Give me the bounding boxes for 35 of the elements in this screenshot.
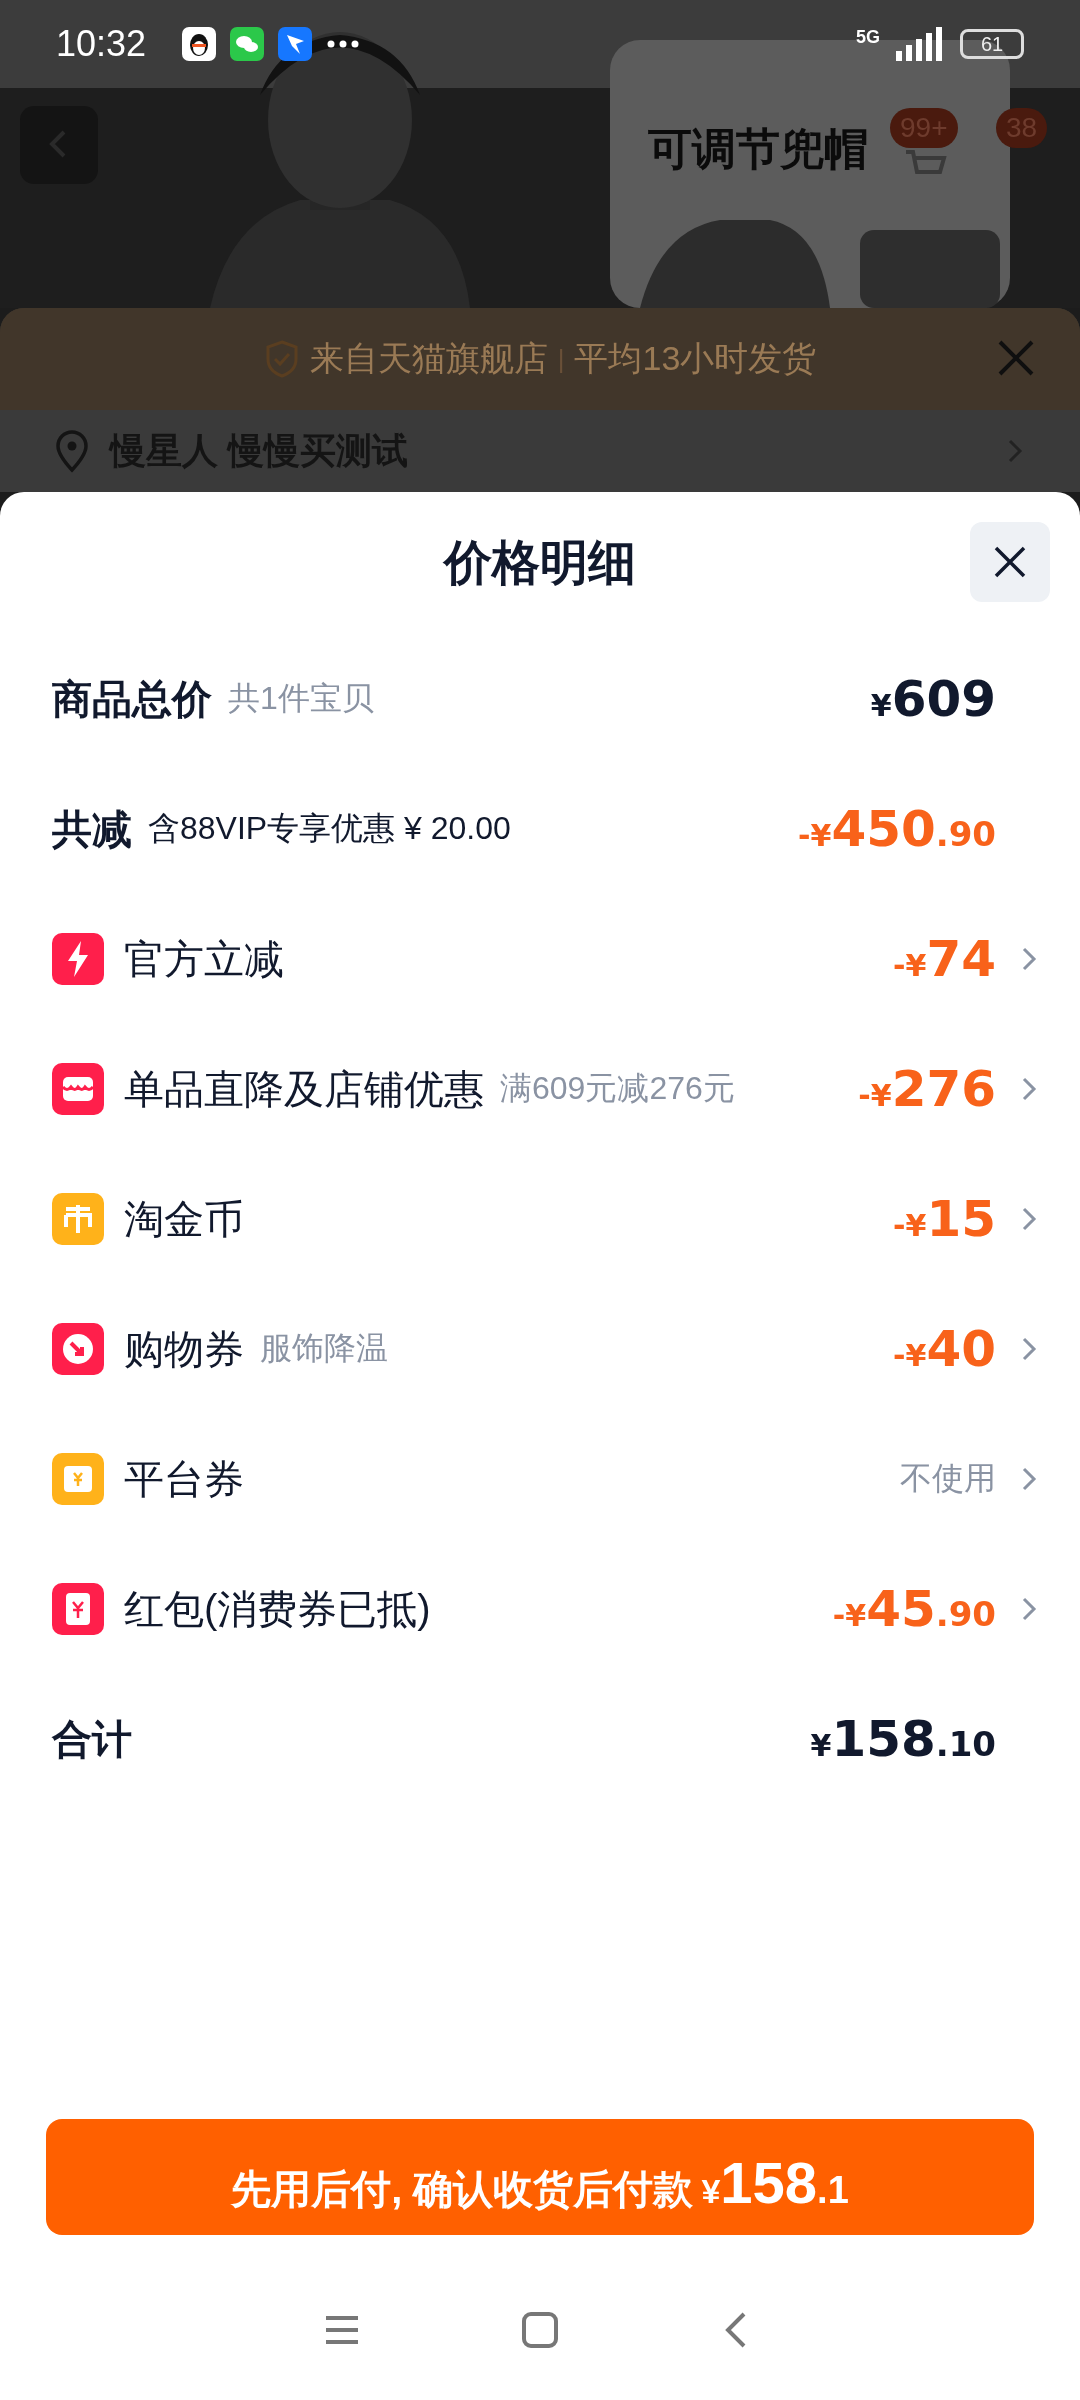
clock-text: 10:32 [56,23,147,65]
price-text: ¥609 [870,670,996,728]
more-icon [326,40,361,48]
row-label: 合计 [52,1715,132,1763]
row-label: 商品总价 [52,675,212,723]
row-label[interactable]: 单品直降及店铺优惠 [124,1061,484,1117]
row-label[interactable]: 官方立减 [124,931,284,987]
price-text: -¥15 [893,1190,996,1248]
shipping-text: 平均13小时发货 [574,338,817,379]
network-text: 5G [856,26,880,48]
row-label[interactable]: 红包(消费券已抵) [124,1581,431,1637]
price-text: -¥45.90 [832,1580,996,1638]
close-button[interactable] [970,522,1050,602]
price-text: -¥276 [858,1060,996,1118]
close-icon [992,544,1028,580]
price-text: -¥74 [893,930,996,988]
row-note: 共1件宝贝 [228,679,374,718]
row-label: 共减 [52,805,132,853]
product-title: 可调节兜帽 [648,123,868,175]
row-label[interactable]: 淘金币 [124,1191,244,1247]
sheet-title: 价格明细 [444,535,636,591]
chat-bubbles-icon [230,27,265,61]
row-note: 满609元减276元 [500,1069,735,1108]
divider-text: | [557,343,565,375]
price-text: -¥450.90 [798,800,996,858]
price-text: -¥40 [893,1320,996,1378]
status-text: 不使用 [900,1459,996,1498]
store-text: 来自天猫旗舰店 [309,338,548,379]
row-label[interactable]: 购物券 [124,1321,244,1377]
price-text: ¥158.10 [810,1710,996,1768]
row-note: 含88VIP专享优惠 ¥ 20.00 [148,809,511,848]
battery-icon: 61 [960,29,1024,59]
penguin-icon [182,27,217,61]
row-label[interactable]: 平台券 [124,1451,244,1507]
row-note: 服饰降温 [260,1329,388,1368]
